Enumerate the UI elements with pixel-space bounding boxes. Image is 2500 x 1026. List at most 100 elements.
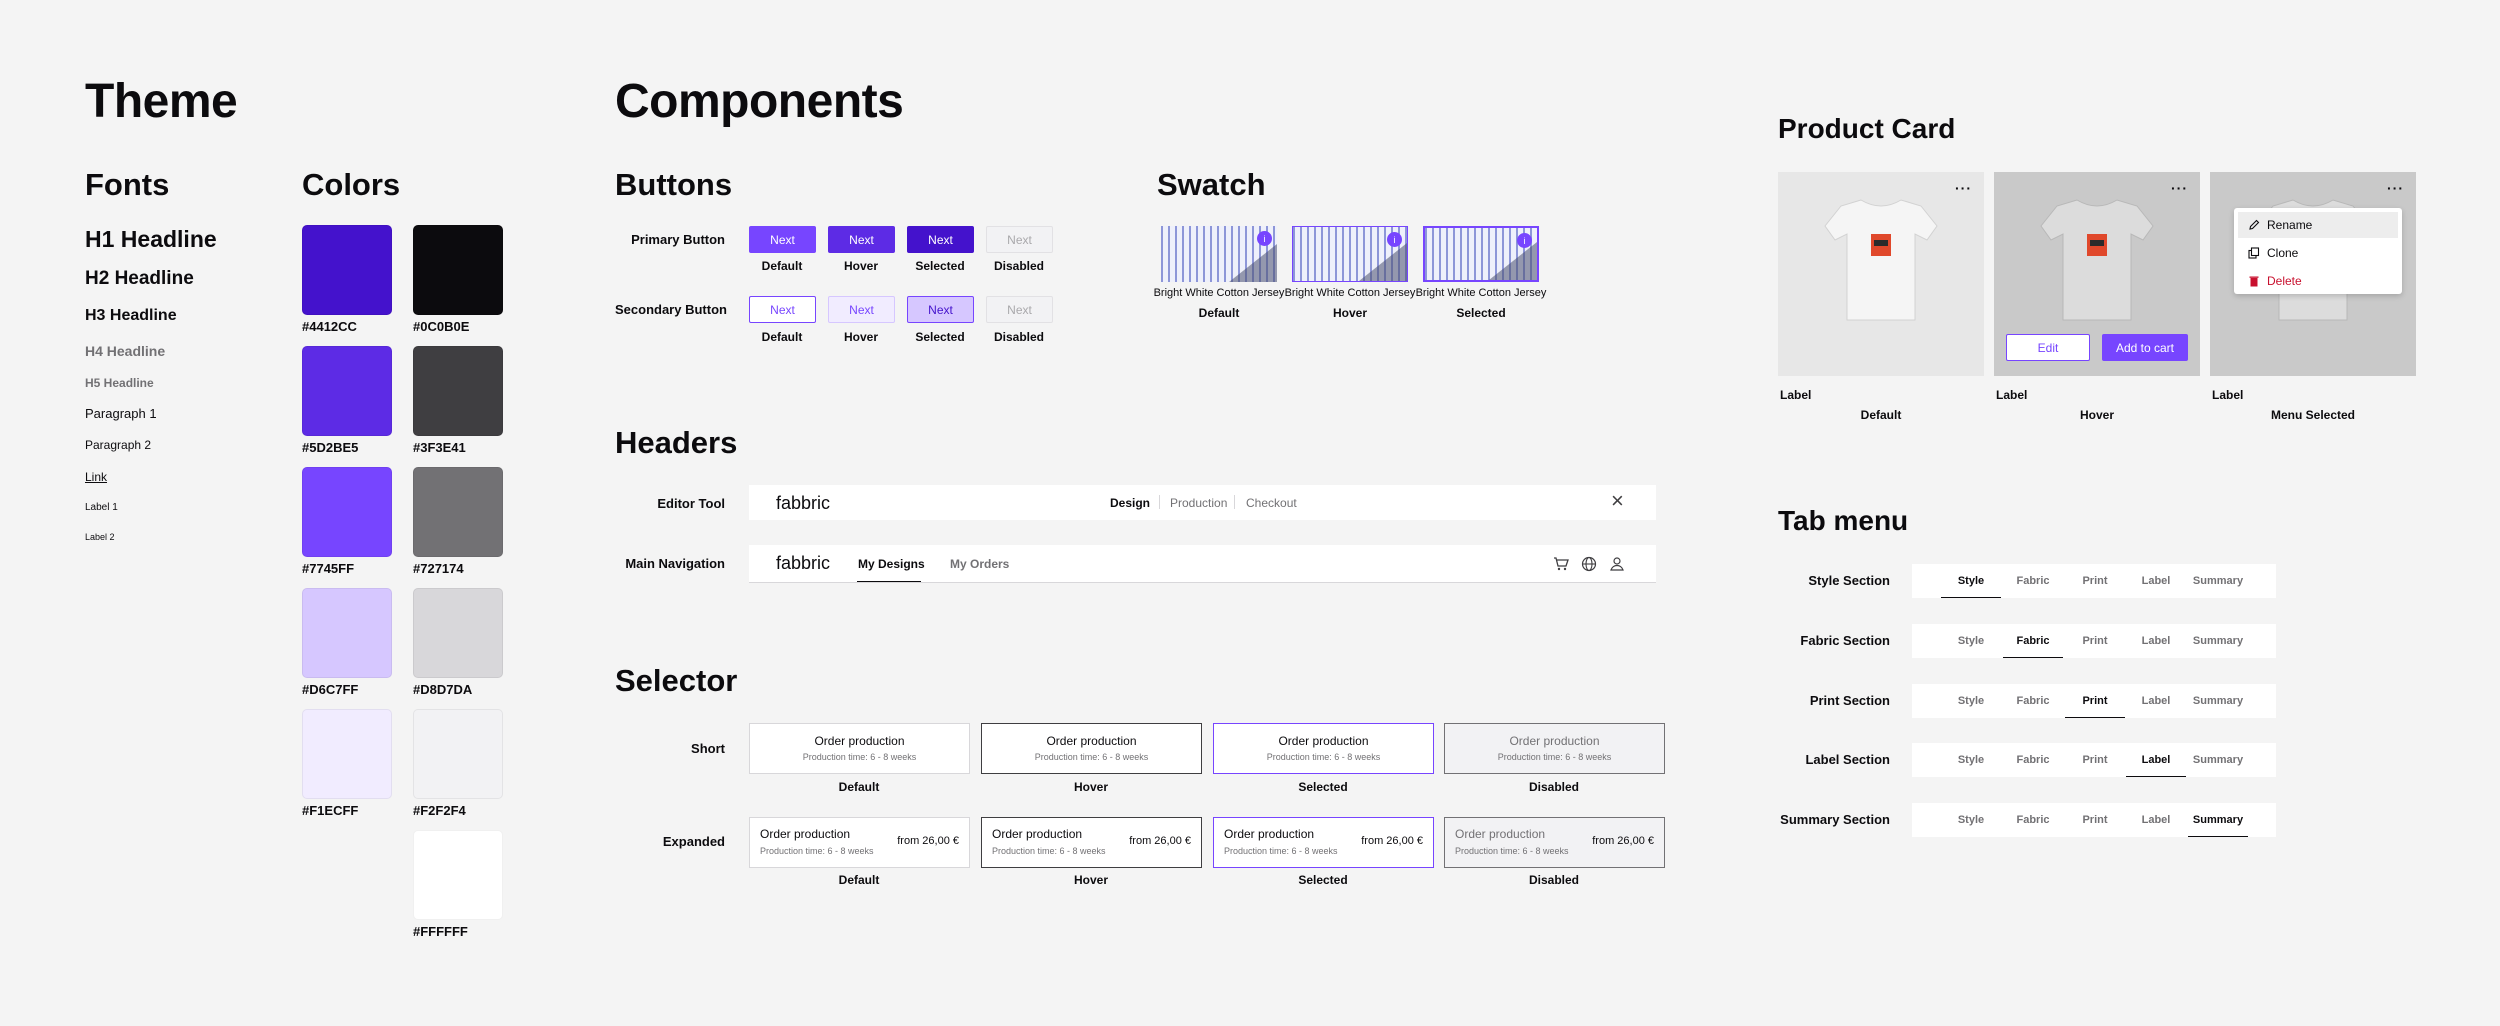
user-icon[interactable] [1609, 556, 1625, 572]
step-production[interactable]: Production [1170, 496, 1227, 510]
state-label: Selected [1298, 780, 1348, 794]
tab-print[interactable]: Print [2065, 564, 2125, 598]
state-label: Disabled [993, 259, 1044, 273]
secondary-button-selected[interactable]: Next [907, 296, 974, 323]
state-label: Disabled [993, 330, 1044, 344]
selector-short-selected[interactable]: Order production Production time: 6 - 8 … [1213, 723, 1434, 774]
product-card-menu-selected[interactable]: ··· Rename Clone Delete [2210, 172, 2416, 376]
option-title: Order production [992, 827, 1083, 841]
more-options-icon[interactable]: ··· [2171, 180, 2188, 196]
step-design[interactable]: Design [1110, 496, 1150, 510]
step-divider [1159, 495, 1160, 509]
tab-summary[interactable]: Summary [2188, 743, 2248, 777]
fabric-swatch-default[interactable]: i [1161, 226, 1277, 282]
state-label: Default [761, 259, 803, 273]
fabric-swatch-selected[interactable]: i [1423, 226, 1539, 282]
more-options-icon[interactable]: ··· [2387, 180, 2404, 196]
logo[interactable]: fabbric [776, 493, 830, 514]
option-subtitle: Production time: 6 - 8 weeks [1497, 752, 1612, 762]
font-sample-label-2: Label 2 [85, 532, 115, 542]
cart-icon[interactable] [1553, 556, 1569, 572]
globe-icon[interactable] [1581, 556, 1597, 572]
tab-fabric[interactable]: Fabric [2003, 743, 2063, 777]
tab-label[interactable]: Label [2126, 743, 2186, 777]
font-sample-paragraph-1: Paragraph 1 [85, 406, 157, 421]
primary-button-hover[interactable]: Next [828, 226, 895, 253]
color-swatch-d6c7ff [302, 588, 392, 678]
primary-button-selected[interactable]: Next [907, 226, 974, 253]
editor-header-bar: fabbric Design Production Checkout × [749, 485, 1656, 520]
selector-short-hover[interactable]: Order production Production time: 6 - 8 … [981, 723, 1202, 774]
selector-short-default[interactable]: Order production Production time: 6 - 8 … [749, 723, 970, 774]
tab-summary[interactable]: Summary [2188, 624, 2248, 658]
option-title: Order production [1509, 734, 1600, 748]
color-swatch-3f3e41 [413, 346, 503, 436]
tab-summary[interactable]: Summary [2188, 803, 2248, 837]
tab-fabric[interactable]: Fabric [2003, 624, 2063, 658]
secondary-button-hover[interactable]: Next [828, 296, 895, 323]
tab-print[interactable]: Print [2065, 624, 2125, 658]
label-section-label: Label Section [1805, 752, 1890, 767]
selector-expanded-default[interactable]: Order production Production time: 6 - 8 … [749, 817, 970, 868]
info-icon[interactable]: i [1517, 233, 1532, 248]
tab-bar-summary: Style Fabric Print Label Summary [1912, 803, 2276, 837]
tshirt-image [1824, 199, 1938, 321]
fabric-swatch-hover[interactable]: i [1292, 226, 1408, 282]
color-swatch-f2f2f4 [413, 709, 503, 799]
product-card-default[interactable]: ··· [1778, 172, 1984, 376]
option-subtitle: Production time: 6 - 8 weeks [992, 846, 1106, 856]
secondary-button-default[interactable]: Next [749, 296, 816, 323]
logo[interactable]: fabbric [776, 553, 830, 574]
tab-style[interactable]: Style [1941, 684, 2001, 718]
tab-fabric[interactable]: Fabric [2003, 564, 2063, 598]
close-icon[interactable]: × [1611, 488, 1624, 514]
menu-item-clone[interactable]: Clone [2267, 246, 2298, 260]
state-label: Disabled [1528, 873, 1579, 887]
trash-icon [2249, 276, 2259, 287]
menu-item-delete[interactable]: Delete [2267, 274, 2302, 288]
option-title: Order production [814, 734, 905, 748]
tab-fabric[interactable]: Fabric [2003, 803, 2063, 837]
tab-style[interactable]: Style [1941, 624, 2001, 658]
nav-my-orders[interactable]: My Orders [950, 557, 1009, 571]
selector-expanded-disabled: Order production Production time: 6 - 8 … [1444, 817, 1665, 868]
font-sample-paragraph-2: Paragraph 2 [85, 438, 152, 452]
product-card-title: Product Card [1778, 113, 1956, 144]
menu-item-rename[interactable]: Rename [2267, 218, 2312, 232]
tab-summary[interactable]: Summary [2188, 684, 2248, 718]
tab-style[interactable]: Style [1941, 743, 2001, 777]
option-title: Order production [1455, 827, 1546, 841]
tab-print[interactable]: Print [2065, 743, 2125, 777]
product-card-hover[interactable]: ··· Edit Add to cart [1994, 172, 2200, 376]
info-icon[interactable]: i [1257, 231, 1272, 246]
selector-short-disabled: Order production Production time: 6 - 8 … [1444, 723, 1665, 774]
fabric-name: Bright White Cotton Jersey [1153, 287, 1285, 299]
color-code: #7745FF [302, 561, 355, 576]
tab-print[interactable]: Print [2065, 803, 2125, 837]
tab-print[interactable]: Print [2065, 684, 2125, 718]
primary-button-default[interactable]: Next [749, 226, 816, 253]
tab-label[interactable]: Label [2126, 803, 2186, 837]
tab-fabric[interactable]: Fabric [2003, 684, 2063, 718]
selector-expanded-hover[interactable]: Order production Production time: 6 - 8 … [981, 817, 1202, 868]
colors-title: Colors [302, 167, 401, 202]
add-to-cart-button[interactable]: Add to cart [2102, 334, 2188, 361]
option-price: from 26,00 € [897, 835, 959, 847]
tab-label[interactable]: Label [2126, 624, 2186, 658]
nav-my-designs[interactable]: My Designs [858, 557, 925, 571]
color-swatch-5d2be5 [302, 346, 392, 436]
tab-label[interactable]: Label [2126, 564, 2186, 598]
option-title: Order production [1046, 734, 1137, 748]
tab-summary[interactable]: Summary [2188, 564, 2248, 598]
selector-expanded-selected[interactable]: Order production Production time: 6 - 8 … [1213, 817, 1434, 868]
state-label: Menu Selected [2270, 408, 2356, 422]
font-sample-link[interactable]: Link [85, 470, 107, 484]
tab-style[interactable]: Style [1941, 803, 2001, 837]
step-checkout[interactable]: Checkout [1246, 496, 1297, 510]
tab-style[interactable]: Style [1941, 564, 2001, 598]
more-options-icon[interactable]: ··· [1955, 180, 1972, 196]
edit-button[interactable]: Edit [2006, 334, 2090, 361]
tab-label[interactable]: Label [2126, 684, 2186, 718]
info-icon[interactable]: i [1387, 232, 1402, 247]
option-subtitle: Production time: 6 - 8 weeks [760, 846, 874, 856]
